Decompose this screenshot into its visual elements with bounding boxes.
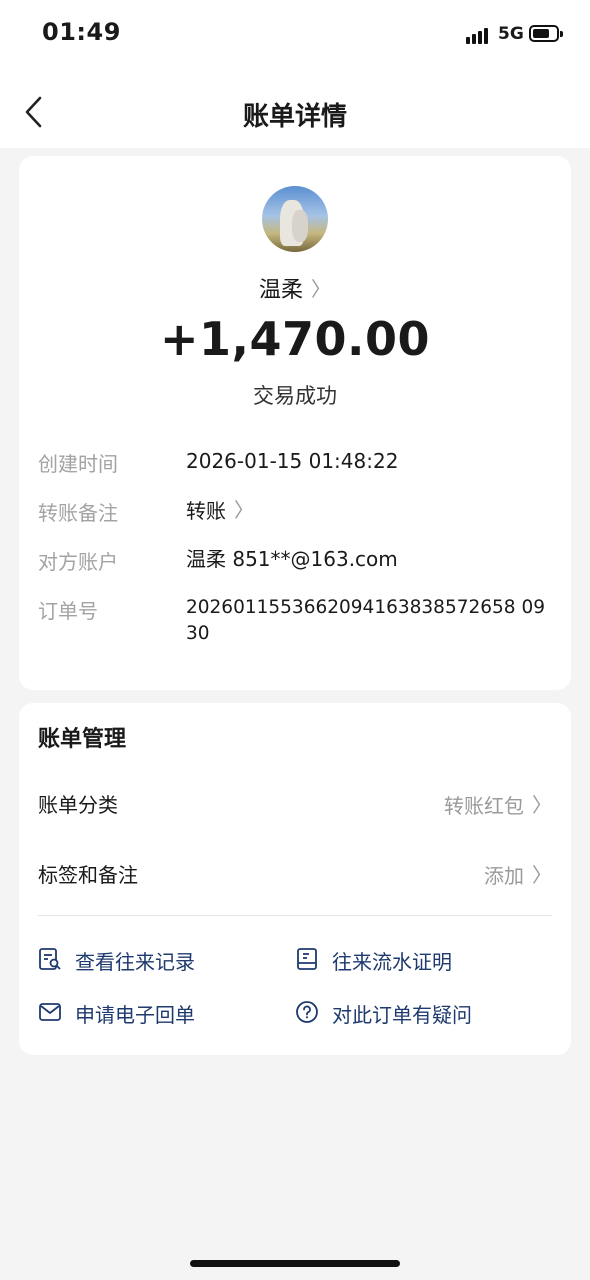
chevron-right-icon: 〉 <box>234 498 254 522</box>
detail-label: 对方账户 <box>38 550 118 574</box>
detail-label: 转账备注 <box>38 501 118 525</box>
add-value: 添加 <box>484 864 524 888</box>
record-search-icon <box>39 948 61 970</box>
action-label: 对此订单有疑问 <box>332 1003 472 1027</box>
detail-label: 创建时间 <box>38 452 118 476</box>
transfer-note-link[interactable]: 转账〉 <box>186 497 546 524</box>
network-type: 5G <box>498 24 524 44</box>
row-label: 标签和备注 <box>38 863 138 887</box>
row-value: 添加〉 <box>484 859 552 889</box>
page-title: 账单详情 <box>242 102 347 132</box>
chevron-right-icon: 〉 <box>532 793 552 817</box>
detail-value: 2026-01-15 01:48:22 <box>186 449 399 473</box>
payee-name: 温柔 <box>258 278 303 303</box>
detail-value: 转账 <box>186 499 226 523</box>
divider <box>38 915 552 916</box>
transaction-amount: +1,470.00 <box>159 312 431 366</box>
action-label: 查看往来记录 <box>75 950 195 974</box>
tags-notes-row[interactable]: 标签和备注 添加〉 <box>38 851 552 891</box>
status-time: 01:49 <box>42 18 121 46</box>
statement-icon <box>297 948 317 970</box>
row-value: 转账红包〉 <box>444 789 552 819</box>
category-value: 转账红包 <box>444 794 524 818</box>
mail-icon <box>39 1003 61 1021</box>
battery-icon <box>529 25 563 42</box>
row-label: 账单分类 <box>38 793 118 817</box>
chevron-right-icon: 〉 <box>311 277 331 301</box>
avatar[interactable] <box>262 186 328 252</box>
section-title: 账单管理 <box>38 727 127 752</box>
payee-name-link[interactable]: 温柔〉 <box>19 272 571 304</box>
action-label: 往来流水证明 <box>332 950 452 974</box>
nav-bar: 账单详情 <box>0 68 590 148</box>
transaction-card: 温柔〉 +1,470.00 交易成功 创建时间 2026-01-15 01:48… <box>19 156 571 690</box>
detail-label: 订单号 <box>38 599 98 623</box>
action-label: 申请电子回单 <box>75 1003 195 1027</box>
bill-management-card: 账单管理 账单分类 转账红包〉 标签和备注 添加〉 查看往来记录 往来流水证明 <box>19 703 571 1055</box>
bill-category-row[interactable]: 账单分类 转账红包〉 <box>38 781 552 821</box>
order-number: 2026011553662094163838572658 0930 <box>186 597 545 644</box>
chevron-right-icon: 〉 <box>532 863 552 887</box>
transaction-status: 交易成功 <box>253 384 337 408</box>
signal-icon <box>466 26 494 44</box>
home-indicator[interactable] <box>190 1260 400 1267</box>
detail-value: 温柔 851**@163.com <box>186 547 398 571</box>
status-bar: 01:49 5G <box>0 0 590 68</box>
question-icon <box>296 1001 318 1023</box>
